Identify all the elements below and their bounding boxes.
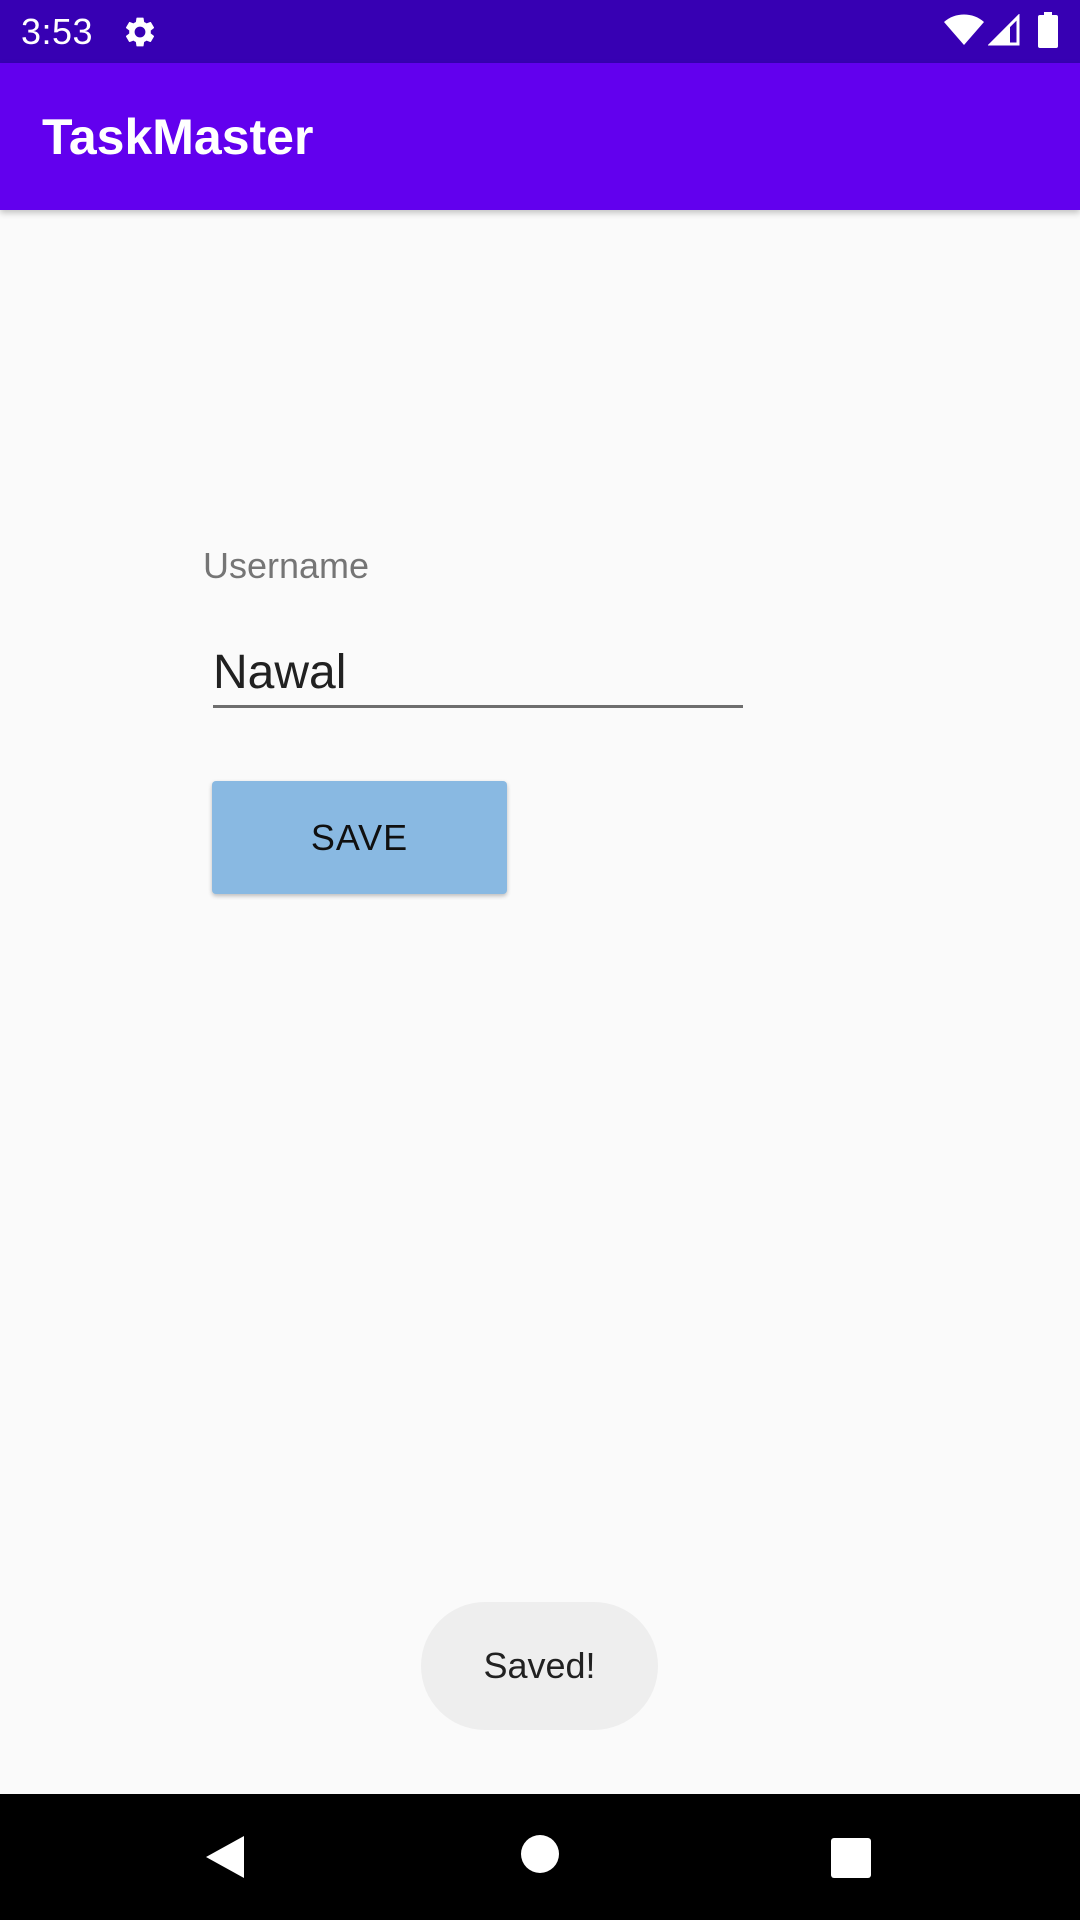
gear-icon [125,17,155,47]
navigation-bar [0,1794,1080,1920]
status-time: 3:53 [21,11,94,52]
toast-message: Saved! [483,1645,596,1686]
recents-icon[interactable] [831,1838,871,1878]
back-icon[interactable] [204,1834,246,1880]
app-bar: TaskMaster [0,63,1080,210]
save-button[interactable]: SAVE [212,781,507,894]
cell-signal-icon [988,14,1020,46]
screen: 3:53 TaskMaster Username SAVE Saved! [0,0,1080,1920]
username-label: Username [203,545,370,586]
status-bar: 3:53 [0,0,1080,63]
toast: Saved! [421,1602,658,1730]
battery-icon [1038,12,1058,48]
wifi-icon [944,14,984,45]
app-title: TaskMaster [42,109,314,165]
username-input[interactable] [213,640,743,708]
home-icon[interactable] [520,1834,560,1874]
